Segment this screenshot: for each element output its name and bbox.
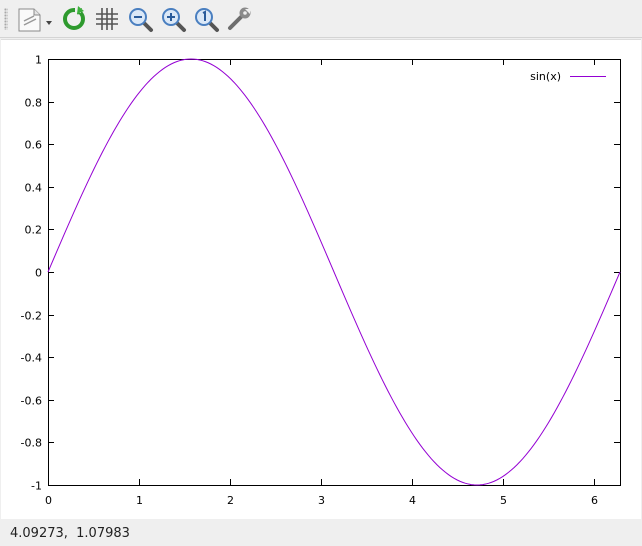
cursor-coordinates: 4.09273, 1.07983 (10, 526, 130, 541)
x-tick-label: 6 (591, 494, 598, 507)
y-tick-label: -0.4 (21, 352, 42, 365)
series-line-sin-x (47, 58, 621, 486)
zoom-out-button[interactable] (126, 5, 154, 33)
y-tick-label: 0.4 (25, 182, 43, 195)
toolbar (0, 0, 642, 38)
y-tick-label: -1 (31, 480, 42, 493)
export-button[interactable] (14, 5, 56, 33)
grid-icon (96, 8, 118, 30)
x-tick-label: 2 (227, 494, 234, 507)
status-bar: 4.09273, 1.07983 (0, 520, 642, 546)
y-tick-label: 0.8 (25, 97, 43, 110)
sine-chart[interactable]: 10.80.60.40.20-0.2-0.4-0.6-0.8-10 1 2 3 4 5 6s… (1, 40, 641, 520)
zoom-reset-icon (195, 8, 219, 32)
y-tick-label: 0.6 (25, 139, 43, 152)
x-tick-label: 0 (45, 494, 52, 507)
y-tick-label: 0 (35, 267, 42, 280)
plot-area[interactable]: 1 0.8 0.6 0.4 0.2 0 -0.2 -0.4 -0.6 -0.8 -1 0 1 2 3 4 5 6 s… (1, 39, 641, 519)
y-tick-label: 1 (35, 54, 42, 67)
settings-button[interactable] (225, 5, 253, 33)
zoom-in-button[interactable] (159, 5, 187, 33)
y-tick-label: -0.2 (21, 310, 42, 323)
wrench-icon (228, 7, 251, 30)
replot-button[interactable] (60, 5, 88, 33)
x-tick-label: 1 (136, 494, 143, 507)
replot-icon (63, 6, 85, 30)
zoom-reset-button[interactable] (192, 5, 220, 33)
legend-label: sin(x) (530, 70, 561, 83)
chevron-down-icon (46, 21, 52, 25)
x-tick-label: 3 (318, 494, 325, 507)
x-tick-label: 5 (500, 494, 507, 507)
y-tick-label: -0.6 (21, 395, 42, 408)
x-tick-label: 4 (409, 494, 416, 507)
grid-button[interactable] (93, 5, 121, 33)
zoom-in-icon (162, 8, 186, 32)
y-tick-label: -0.8 (21, 437, 42, 450)
toolbar-grip[interactable] (4, 8, 8, 30)
zoom-out-icon (129, 8, 153, 32)
export-document-icon (18, 8, 52, 32)
y-tick-label: 0.2 (25, 224, 43, 237)
